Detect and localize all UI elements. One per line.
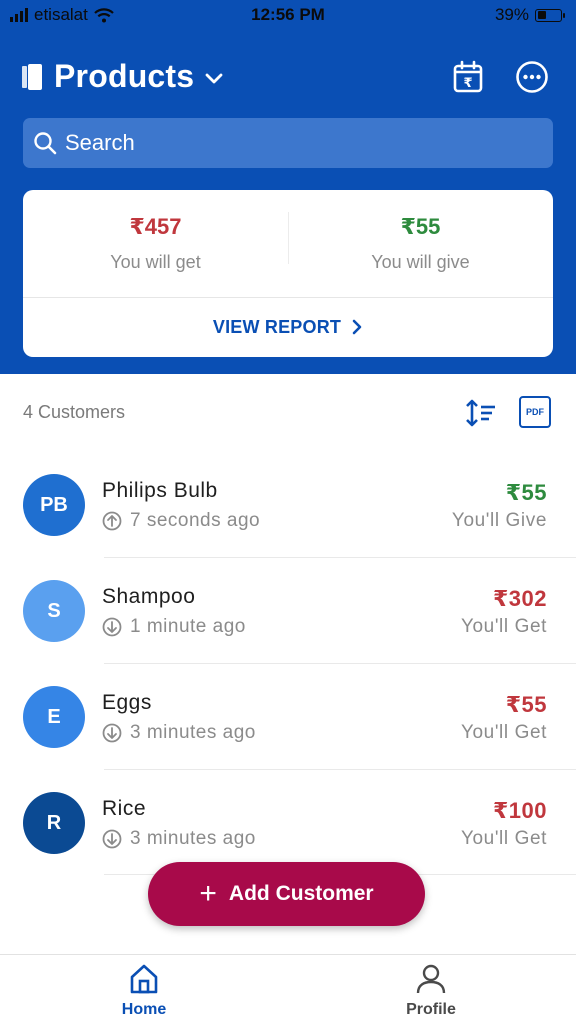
customer-time: 1 minute ago bbox=[102, 616, 246, 638]
arrow-down-circle-icon bbox=[102, 617, 122, 637]
view-report-label: VIEW REPORT bbox=[212, 316, 342, 337]
list-item[interactable]: PB Philips Bulb 7 seconds ago ₹55 You'll… bbox=[0, 452, 576, 558]
arrow-down-circle-icon bbox=[102, 723, 122, 743]
list-item[interactable]: E Eggs 3 minutes ago ₹55 You'll Get bbox=[0, 664, 576, 770]
customer-amount: ₹302 bbox=[492, 586, 547, 611]
summary-card: ₹457 You will get ₹55 You will give VIEW… bbox=[23, 190, 553, 357]
avatar: PB bbox=[23, 474, 85, 536]
header: etisalat 12:56 PM 39% Products ₹ Search … bbox=[0, 0, 576, 374]
customer-amount: ₹100 bbox=[492, 798, 547, 823]
customer-name: Eggs bbox=[102, 691, 152, 714]
customer-status: You'll Get bbox=[460, 616, 547, 637]
bottom-nav: Home Profile bbox=[0, 954, 576, 1024]
pdf-icon[interactable]: PDF bbox=[519, 396, 551, 428]
chevron-right-icon bbox=[352, 319, 362, 335]
customer-status: You'll Give bbox=[451, 510, 547, 531]
customer-time: 3 minutes ago bbox=[102, 722, 256, 744]
arrow-up-circle-icon bbox=[102, 511, 122, 531]
status-time: 12:56 PM bbox=[251, 5, 325, 24]
add-customer-label: Add Customer bbox=[228, 882, 374, 905]
list-item[interactable]: R Rice 3 minutes ago ₹100 You'll Get bbox=[0, 770, 576, 876]
avatar: E bbox=[23, 686, 85, 748]
give-label: You will give bbox=[371, 252, 470, 272]
nav-profile-label: Profile bbox=[406, 1001, 456, 1018]
customer-name: Philips Bulb bbox=[102, 479, 218, 502]
customer-time-label: 7 seconds ago bbox=[130, 510, 261, 531]
search-icon bbox=[34, 132, 57, 155]
avatar: S bbox=[23, 580, 85, 642]
nav-home-label: Home bbox=[121, 1001, 167, 1018]
add-customer-button[interactable]: + Add Customer bbox=[148, 862, 425, 926]
list-item[interactable]: S Shampoo 1 minute ago ₹302 You'll Get bbox=[0, 558, 576, 664]
search-bar[interactable]: Search bbox=[23, 118, 553, 168]
you-will-give-summary: ₹55 You will give bbox=[288, 214, 553, 273]
customer-status: You'll Get bbox=[460, 722, 547, 743]
status-bar: etisalat 12:56 PM 39% bbox=[0, 0, 576, 32]
view-report-button[interactable]: VIEW REPORT bbox=[23, 298, 553, 356]
profile-icon bbox=[416, 964, 446, 994]
battery-icon bbox=[535, 8, 565, 22]
pdf-label: PDF bbox=[526, 407, 544, 417]
page-title: Products bbox=[54, 58, 195, 94]
chevron-down-icon bbox=[205, 73, 223, 83]
customer-name: Shampoo bbox=[102, 585, 196, 608]
plus-icon: + bbox=[199, 877, 217, 910]
you-will-get-summary: ₹457 You will get bbox=[23, 214, 288, 273]
arrow-down-circle-icon bbox=[102, 829, 122, 849]
nav-home[interactable]: Home bbox=[84, 963, 204, 1019]
book-icon bbox=[22, 63, 42, 90]
customer-time-label: 3 minutes ago bbox=[130, 828, 256, 849]
search-input[interactable]: Search bbox=[65, 130, 135, 156]
customer-count-row: 4 Customers PDF bbox=[23, 396, 553, 428]
customer-time: 3 minutes ago bbox=[102, 828, 256, 850]
avatar: R bbox=[23, 792, 85, 854]
customer-amount: ₹55 bbox=[505, 692, 547, 717]
get-amount: ₹457 bbox=[129, 214, 182, 239]
customer-name: Rice bbox=[102, 797, 147, 820]
customer-status: You'll Get bbox=[460, 828, 547, 849]
customer-count: 4 Customers bbox=[23, 402, 126, 422]
customer-amount: ₹55 bbox=[505, 480, 547, 505]
nav-profile[interactable]: Profile bbox=[371, 963, 491, 1019]
sort-icon[interactable] bbox=[465, 398, 497, 428]
customer-time-label: 1 minute ago bbox=[130, 616, 246, 637]
calendar-rupee-icon[interactable]: ₹ bbox=[451, 60, 485, 94]
customer-time: 7 seconds ago bbox=[102, 510, 260, 532]
more-icon[interactable] bbox=[515, 60, 549, 94]
battery-percent: 39% bbox=[494, 5, 529, 24]
give-amount: ₹55 bbox=[400, 214, 441, 239]
get-label: You will get bbox=[110, 252, 201, 272]
customer-time-label: 3 minutes ago bbox=[130, 722, 256, 743]
business-switcher[interactable]: Products bbox=[22, 58, 224, 95]
svg-text:₹: ₹ bbox=[463, 76, 472, 91]
home-icon bbox=[130, 964, 158, 994]
